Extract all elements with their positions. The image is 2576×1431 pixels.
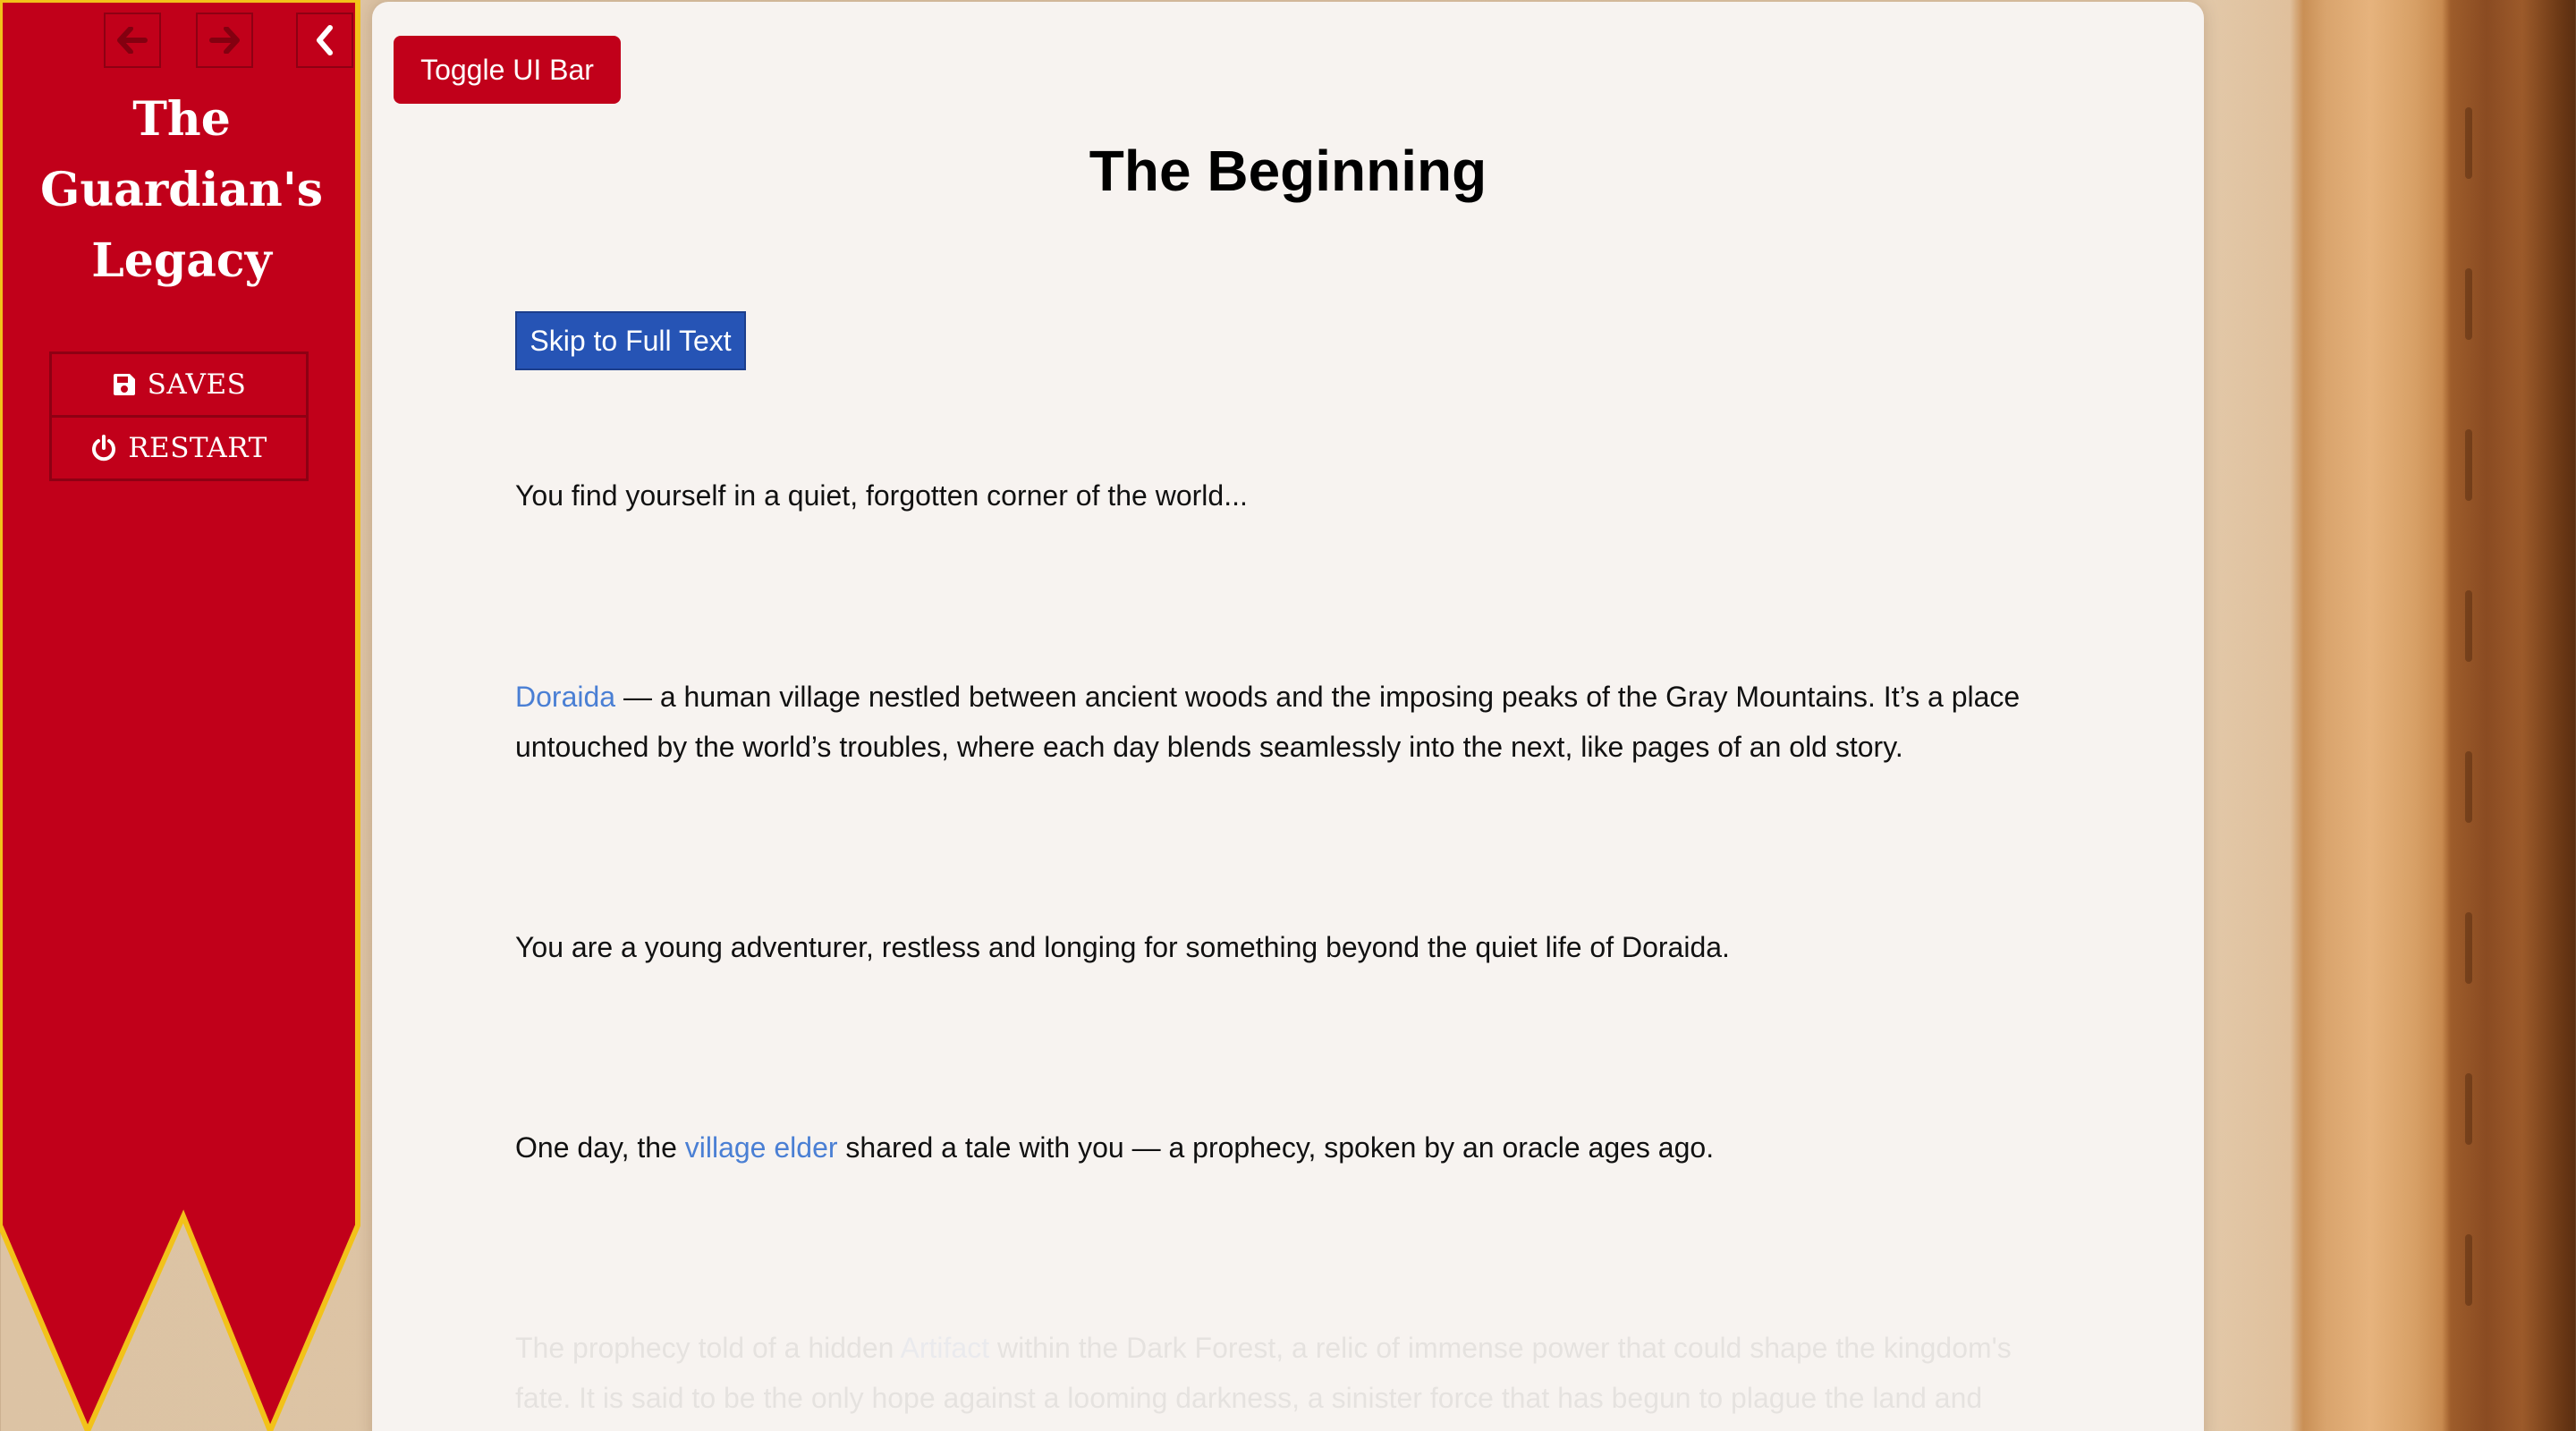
history-forward-button[interactable] (196, 13, 253, 68)
passage-paragraph: You find yourself in a quiet, forgotten … (515, 479, 1248, 512)
story-title-line: Legacy (91, 233, 272, 288)
passage-title: The Beginning (1089, 139, 1487, 203)
history-back-button[interactable] (104, 13, 161, 68)
village-elder-link[interactable]: village elder (685, 1131, 838, 1164)
passage-paragraph: You are a young adventurer, restless and… (515, 931, 1730, 963)
story-menu: SAVES RESTART (49, 351, 309, 481)
floppy-disk-icon (112, 372, 137, 397)
book-spine-mark (2465, 1234, 2472, 1306)
passage-paragraph: One day, the village elder shared a tale… (515, 1122, 2072, 1173)
paragraph-text: The prophecy told of a hidden (515, 1332, 901, 1364)
book-spine-mark (2465, 429, 2472, 501)
skip-to-full-text-button[interactable]: Skip to Full Text (515, 311, 746, 370)
doraida-link[interactable]: Doraida (515, 681, 615, 713)
book-spine-mark (2465, 912, 2472, 984)
restart-button[interactable]: RESTART (52, 415, 306, 478)
arrow-right-icon (209, 27, 240, 54)
toggle-ui-bar-button[interactable]: Toggle UI Bar (394, 36, 621, 104)
passage-paragraph-faded: The prophecy told of a hidden Artifact w… (515, 1323, 2072, 1423)
book-spine-mark (2465, 107, 2472, 179)
saves-label: SAVES (147, 368, 247, 401)
book-spine-mark (2465, 268, 2472, 340)
story-title-line: Guardian's (39, 163, 324, 217)
paragraph-text: One day, the (515, 1131, 685, 1164)
artifact-link[interactable]: Artifact (901, 1332, 990, 1364)
book-spine-mark (2465, 1073, 2472, 1145)
passage-page: Toggle UI Bar The Beginning Skip to Full… (372, 2, 2204, 1431)
arrow-left-icon (117, 27, 148, 54)
restart-label: RESTART (128, 432, 267, 464)
book-spine-mark (2465, 751, 2472, 823)
passage-paragraph: Doraida — a human village nestled betwee… (515, 672, 2072, 772)
story-title-line: The (132, 92, 231, 147)
story-title: The Guardian's Legacy (18, 84, 345, 296)
paragraph-text: — a human village nestled between ancien… (515, 681, 2021, 763)
book-spine-mark (2465, 590, 2472, 662)
power-icon (90, 435, 117, 461)
chevron-left-icon (315, 25, 335, 55)
saves-button[interactable]: SAVES (52, 354, 306, 415)
stow-ui-bar-button[interactable] (296, 13, 353, 68)
paragraph-text: shared a tale with you — a prophecy, spo… (837, 1131, 1715, 1164)
ui-bar: The Guardian's Legacy SAVES RESTART (0, 0, 360, 1431)
